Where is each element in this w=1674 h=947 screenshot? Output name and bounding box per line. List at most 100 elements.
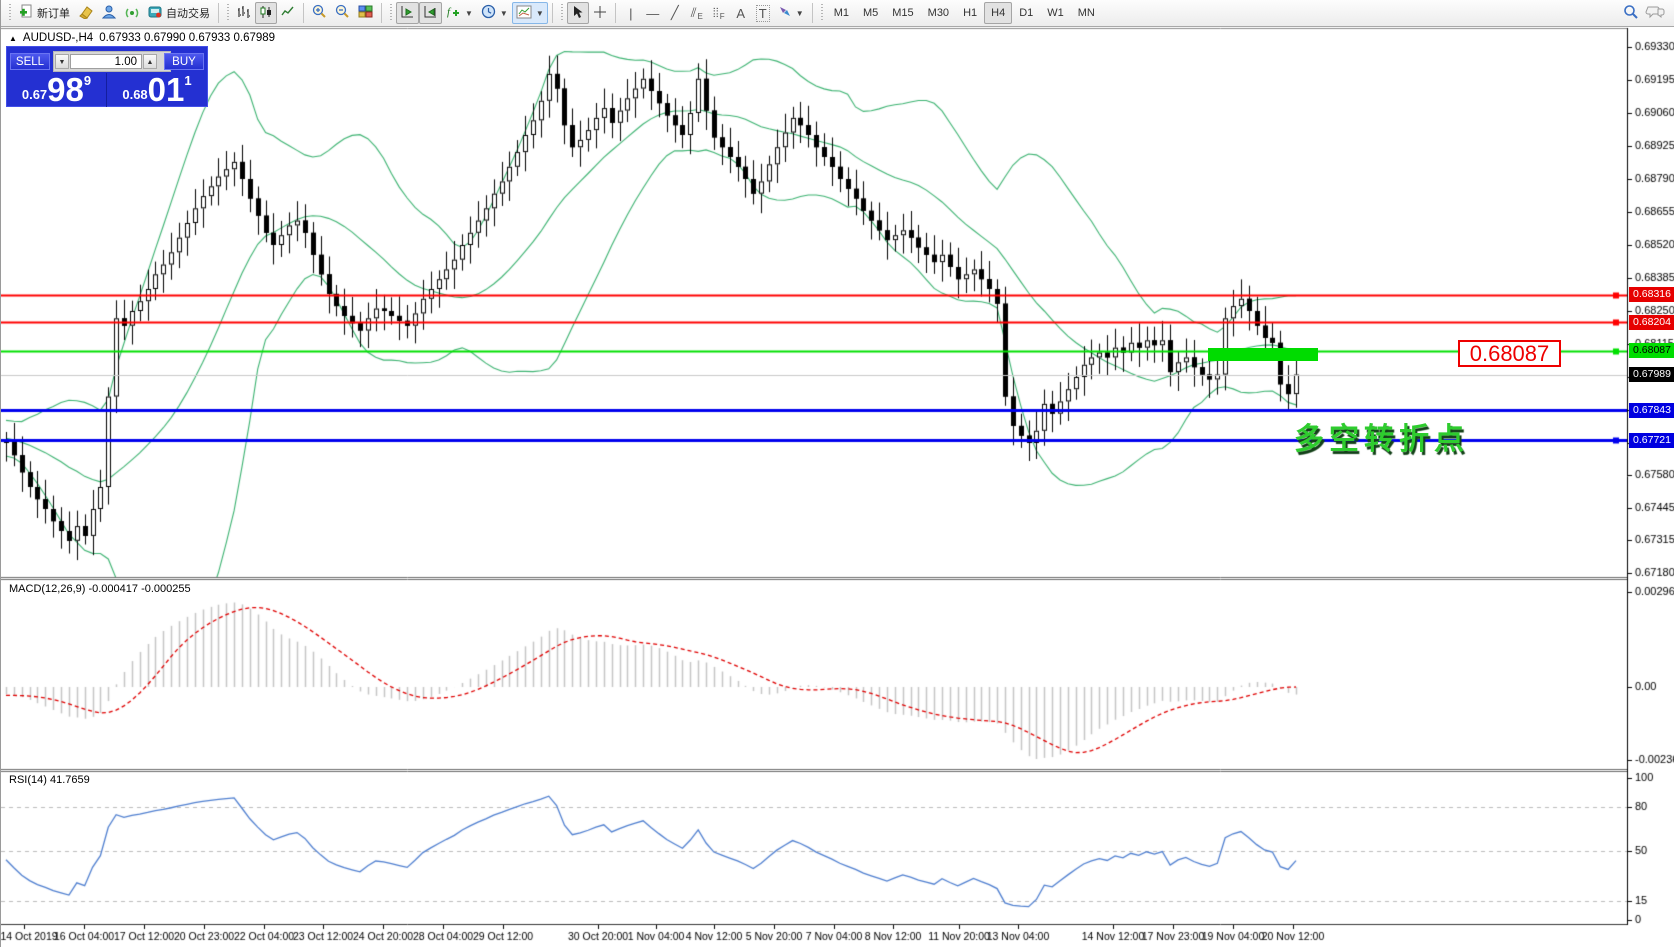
dropdown-arrow-icon: ▼ bbox=[796, 9, 804, 18]
auto-scroll-icon bbox=[400, 5, 415, 22]
zoom-in-button[interactable] bbox=[308, 2, 331, 24]
toolbar-grip[interactable] bbox=[820, 4, 824, 22]
macd-indicator-label: MACD(12,26,9) -0.000417 -0.000255 bbox=[9, 583, 191, 595]
tile-windows-icon bbox=[358, 5, 373, 22]
toolbar-grip[interactable] bbox=[8, 4, 12, 22]
signal-icon bbox=[125, 5, 140, 22]
price-badge-0.67721: 0.67721 bbox=[1629, 433, 1674, 448]
toolbar-separator bbox=[381, 3, 382, 23]
templates-button[interactable]: ▼ bbox=[512, 2, 548, 24]
indicators-button[interactable]: f ▼ bbox=[442, 2, 477, 24]
chart-ohlc-values: 0.67933 0.67990 0.67933 0.67989 bbox=[99, 32, 275, 44]
volume-input[interactable] bbox=[70, 54, 142, 69]
chat-icon[interactable] bbox=[1645, 4, 1665, 23]
timeframe-h1-button[interactable]: H1 bbox=[956, 2, 984, 24]
volume-stepper: ▼ ▲ bbox=[53, 51, 171, 72]
buy-price[interactable]: 0.68 01 1 bbox=[107, 73, 207, 107]
toolbar-separator bbox=[552, 3, 553, 23]
chart-annotation-text[interactable]: 多空转折点 bbox=[1294, 414, 1469, 458]
auto-scroll-button[interactable] bbox=[396, 2, 419, 24]
timeframe-w1-button[interactable]: W1 bbox=[1040, 2, 1071, 24]
price-badge-0.68204: 0.68204 bbox=[1629, 315, 1674, 330]
timeframe-m1-button[interactable]: M1 bbox=[827, 2, 856, 24]
toolbar-separator bbox=[303, 3, 304, 23]
line-chart-icon bbox=[281, 5, 295, 22]
vertical-line-button[interactable]: | bbox=[620, 2, 642, 24]
volume-decrease-button[interactable]: ▼ bbox=[55, 54, 69, 69]
person-icon bbox=[102, 5, 117, 22]
chart-symbol-period: AUDUSD-,H4 bbox=[23, 32, 93, 44]
crosshair-button[interactable] bbox=[589, 2, 611, 24]
price-badge-0.67989: 0.67989 bbox=[1629, 367, 1674, 382]
toolbar-grip[interactable] bbox=[389, 4, 393, 22]
toolbar-separator bbox=[812, 3, 813, 23]
community-button[interactable] bbox=[98, 2, 121, 24]
buy-price-sup: 1 bbox=[184, 73, 191, 88]
dropdown-arrow-icon: ▼ bbox=[465, 9, 473, 18]
sell-price-small: 0.67 bbox=[22, 87, 47, 102]
bar-chart-icon bbox=[237, 5, 251, 22]
price-callout-label[interactable]: 0.68087 bbox=[1458, 340, 1561, 367]
fibonacci-icon: ⦙⦙ bbox=[713, 5, 719, 21]
auto-trading-button[interactable]: 自动交易 bbox=[144, 2, 214, 24]
one-click-collapse-icon[interactable]: ▲ bbox=[9, 34, 17, 43]
one-click-trading-panel: SELL ▼ ▲ BUY 0.67 98 9 0.68 01 1 bbox=[6, 46, 208, 107]
dropdown-arrow-icon: ▼ bbox=[500, 9, 508, 18]
text-button[interactable]: A bbox=[730, 2, 752, 24]
chart-shift-button[interactable] bbox=[419, 2, 442, 24]
volume-increase-button[interactable]: ▲ bbox=[143, 54, 157, 69]
toolbar-grip[interactable] bbox=[226, 4, 230, 22]
zoom-out-icon bbox=[335, 4, 350, 22]
signals-button[interactable] bbox=[121, 2, 144, 24]
line-chart-button[interactable] bbox=[277, 2, 299, 24]
cursor-button[interactable] bbox=[567, 2, 589, 24]
svg-text:f: f bbox=[447, 6, 452, 18]
price-badge-0.67843: 0.67843 bbox=[1629, 403, 1674, 418]
trendline-button[interactable]: ╱ bbox=[664, 2, 686, 24]
toolbar-grip[interactable] bbox=[560, 4, 564, 22]
tile-windows-button[interactable] bbox=[354, 2, 377, 24]
candlestick-chart-button[interactable] bbox=[255, 2, 277, 24]
eraser-button[interactable] bbox=[74, 2, 98, 24]
text-tool-icon: A bbox=[736, 6, 745, 21]
toolbar-separator bbox=[218, 3, 219, 23]
search-icon[interactable] bbox=[1623, 4, 1639, 23]
sell-price[interactable]: 0.67 98 9 bbox=[7, 73, 107, 107]
timeframe-m15-button[interactable]: M15 bbox=[885, 2, 920, 24]
channel-letter: E bbox=[698, 12, 703, 21]
crosshair-icon bbox=[593, 5, 607, 22]
toolbar-separator bbox=[615, 3, 616, 23]
new-order-label: 新订单 bbox=[37, 5, 70, 21]
sell-price-big: 98 bbox=[47, 75, 84, 105]
sell-price-sup: 9 bbox=[84, 73, 91, 88]
fibonacci-button[interactable]: ⦙⦙ F bbox=[708, 2, 730, 24]
main-toolbar: 新订单 自动交易 bbox=[1, 0, 1674, 27]
arrows-button[interactable]: ▼ bbox=[774, 2, 808, 24]
timeframe-m30-button[interactable]: M30 bbox=[921, 2, 956, 24]
mt4-application-window: 新订单 自动交易 bbox=[0, 0, 1674, 947]
indicators-icon: f bbox=[446, 4, 461, 22]
clock-icon bbox=[481, 4, 496, 22]
chart-canvas[interactable] bbox=[1, 0, 1674, 947]
new-order-button[interactable]: 新订单 bbox=[15, 2, 74, 24]
timeframe-m5-button[interactable]: M5 bbox=[856, 2, 885, 24]
timeframe-toolbar: M1M5M15M30H1H4D1W1MN bbox=[827, 2, 1102, 24]
support-highlight-bar[interactable] bbox=[1208, 348, 1318, 361]
channel-button[interactable]: ⫽ E bbox=[686, 2, 708, 24]
horizontal-line-button[interactable]: — bbox=[642, 2, 664, 24]
text-label-button[interactable]: T bbox=[752, 2, 774, 24]
auto-trading-icon bbox=[148, 5, 163, 22]
periods-button[interactable]: ▼ bbox=[477, 2, 512, 24]
buy-price-big: 01 bbox=[148, 75, 185, 105]
timeframe-d1-button[interactable]: D1 bbox=[1012, 2, 1040, 24]
bar-chart-button[interactable] bbox=[233, 2, 255, 24]
auto-trading-label: 自动交易 bbox=[166, 5, 210, 21]
timeframe-mn-button[interactable]: MN bbox=[1071, 2, 1102, 24]
buy-button[interactable]: BUY bbox=[164, 53, 204, 70]
timeframe-h4-button[interactable]: H4 bbox=[984, 2, 1012, 24]
sell-button[interactable]: SELL bbox=[10, 53, 50, 70]
channel-icon: ⫽ bbox=[691, 5, 697, 21]
candlestick-icon bbox=[259, 5, 273, 22]
new-order-icon bbox=[19, 4, 34, 22]
zoom-out-button[interactable] bbox=[331, 2, 354, 24]
